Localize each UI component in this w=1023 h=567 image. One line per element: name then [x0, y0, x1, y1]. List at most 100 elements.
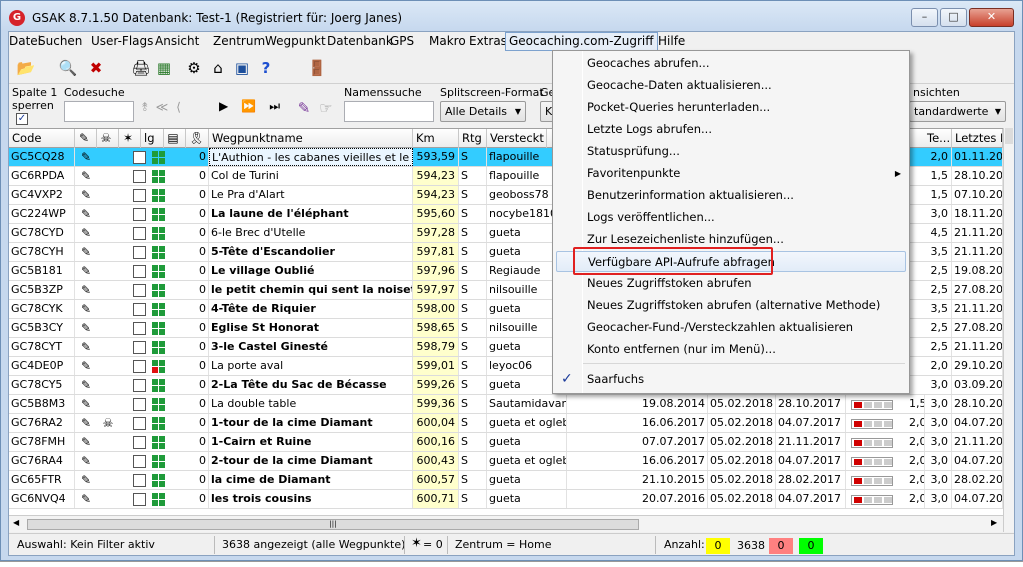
fast-forward-icon[interactable]: ⏩	[241, 99, 269, 113]
waypoint-name[interactable]: 5-Tête d'Escandolier	[209, 243, 413, 261]
column-header-name[interactable]: Wegpunktname	[209, 129, 413, 148]
menu-item-statuspr-fung[interactable]: Statusprüfung...	[556, 141, 906, 162]
user-flag-checkbox[interactable]	[133, 246, 146, 259]
cache-code[interactable]: GC78CYD	[9, 224, 75, 242]
edit-note-icon[interactable]: ✎	[79, 207, 93, 221]
user-flag-checkbox[interactable]	[133, 189, 146, 202]
waypoint-name[interactable]: 4-Tête de Riquier	[209, 300, 413, 318]
table-row[interactable]: GC76RA2 ✎ ☠ 0 1-tour de la cime Diamant 600,0…	[9, 414, 1003, 433]
edit-note-icon[interactable]: ✎	[79, 473, 93, 487]
table-row[interactable]: GC78FMH ✎ 0 1-Cairn et Ruine 600,16 Sgueta 07.…	[9, 433, 1003, 452]
edit-note-icon[interactable]: ✎	[79, 340, 93, 354]
menu-geocaching-com-zugriff[interactable]: Geocaching.com-Zugriff	[505, 32, 658, 51]
menu-makro[interactable]: Makro	[426, 34, 469, 48]
scroll-left-icon[interactable]: ◀	[13, 518, 19, 527]
help-icon[interactable]: ?	[255, 57, 277, 79]
edit-note-icon[interactable]: ✎	[79, 264, 93, 278]
column-header-rtg[interactable]: Rtg	[459, 129, 487, 148]
cache-code[interactable]: GC65FTR	[9, 471, 75, 489]
delete-icon[interactable]: ✖	[85, 57, 107, 79]
vertical-scrollbar[interactable]	[1003, 128, 1014, 532]
cache-code[interactable]: GC6NVQ4	[9, 490, 75, 508]
waypoint-name[interactable]: 2-tour de la cime Diamant	[209, 452, 413, 470]
menu-user-flags[interactable]: User-Flags	[88, 34, 156, 48]
menu-item-saarfuchs[interactable]: Saarfuchs	[556, 369, 906, 390]
print-icon[interactable]: 🖨	[130, 57, 152, 79]
pointer-hand-icon[interactable]: ☞	[315, 97, 337, 119]
eraser-icon[interactable]: ✎	[293, 97, 315, 119]
user-flag-checkbox[interactable]	[133, 265, 146, 278]
table-row[interactable]: GC5B8M3 ✎ 0 La double table 599,36 S Sautamida…	[9, 395, 1003, 414]
namenssuche-input[interactable]	[344, 101, 434, 122]
user-flag-checkbox[interactable]	[133, 322, 146, 335]
waypoint-name[interactable]: Le village Oublié	[209, 262, 413, 280]
user-flag-checkbox[interactable]	[133, 455, 146, 468]
table-row[interactable]: GC76RA4 ✎ 0 2-tour de la cime Diamant 600,43…	[9, 452, 1003, 471]
cache-code[interactable]: GC76RA4	[9, 452, 75, 470]
waypoint-name[interactable]: 1-Cairn et Ruine	[209, 433, 413, 451]
waypoint-name[interactable]: Le Pra d'Alart	[209, 186, 413, 204]
home-icon[interactable]: ⌂	[207, 57, 229, 79]
grid-settings-icon[interactable]: ▦	[153, 57, 175, 79]
edit-note-icon[interactable]: ✎	[79, 492, 93, 506]
ansichten-select[interactable]: tandardwerte ▼	[909, 101, 1006, 122]
waypoint-name[interactable]: Eglise St Honorat	[209, 319, 413, 337]
cache-code[interactable]: GC6RPDA	[9, 167, 75, 185]
prev-fast-icon[interactable]: ≪	[156, 100, 177, 114]
waypoint-name[interactable]: le petit chemin qui sent la noisette	[209, 281, 413, 299]
menu-item-neues-zugriffstoken-abrufen[interactable]: Neues Zugriffstoken abrufen	[556, 273, 906, 294]
first-record-icon[interactable]: ⥉	[142, 100, 156, 114]
edit-note-icon[interactable]: ✎	[79, 454, 93, 468]
menu-datenbank[interactable]: Datenbank	[324, 34, 396, 48]
waypoint-name[interactable]: Col de Turini	[209, 167, 413, 185]
menu-extras[interactable]: Extras	[466, 34, 510, 48]
edit-note-icon[interactable]: ✎	[79, 435, 93, 449]
cache-code[interactable]: GC224WP	[9, 205, 75, 223]
user-flag-checkbox[interactable]	[133, 341, 146, 354]
user-flag-checkbox[interactable]	[133, 151, 146, 164]
user-flag-checkbox[interactable]	[133, 284, 146, 297]
user-flag-checkbox[interactable]	[133, 227, 146, 240]
last-record-icon[interactable]: ⏭	[269, 99, 293, 113]
waypoint-name[interactable]: la cime de Diamant	[209, 471, 413, 489]
waypoint-name[interactable]: La porte aval	[209, 357, 413, 375]
cache-code[interactable]: GC4VXP2	[9, 186, 75, 204]
menu-item-konto-entfernen-nur-im-men[interactable]: Konto entfernen (nur im Menü)...	[556, 339, 906, 360]
column-header-km[interactable]: Km	[413, 129, 459, 148]
cache-code[interactable]: GC5B8M3	[9, 395, 75, 413]
user-flag-checkbox[interactable]	[133, 417, 146, 430]
menu-ansicht[interactable]: Ansicht	[152, 34, 202, 48]
edit-note-icon[interactable]: ✎	[79, 188, 93, 202]
menu-item-letzte-logs-abrufen[interactable]: Letzte Logs abrufen...	[556, 119, 906, 140]
close-button[interactable]: ✕	[969, 8, 1014, 27]
menu-item-benutzerinformation-aktualisieren[interactable]: Benutzerinformation aktualisieren...	[556, 185, 906, 206]
column-header-terrain[interactable]: Te...	[924, 129, 952, 148]
scroll-right-icon[interactable]: ▶	[991, 518, 997, 527]
menu-hilfe[interactable]: Hilfe	[655, 34, 688, 48]
cache-code[interactable]: GC76RA2	[9, 414, 75, 432]
splitscreen-select[interactable]: Alle Details ▼	[440, 101, 526, 122]
edit-note-icon[interactable]: ✎	[79, 302, 93, 316]
edit-note-icon[interactable]: ✎	[79, 378, 93, 392]
scroll-thumb[interactable]	[1005, 128, 1013, 144]
waypoint-name[interactable]: 2-La Tête du Sac de Bécasse	[209, 376, 413, 394]
menu-item-neues-zugriffstoken-abrufen-alternative-methode[interactable]: Neues Zugriffstoken abrufen (alternative…	[556, 295, 906, 316]
cache-code[interactable]: GC78CYT	[9, 338, 75, 356]
lock-column-checkbox[interactable]: ✓	[16, 113, 28, 125]
waypoint-name[interactable]: L'Authion - les cabanes vieilles et le c…	[209, 148, 413, 166]
menu-suchen[interactable]: Suchen	[35, 34, 85, 48]
search-document-icon[interactable]: 🔍	[57, 57, 79, 79]
user-flag-checkbox[interactable]	[133, 398, 146, 411]
exit-door-icon[interactable]: 🚪	[306, 57, 328, 79]
minimize-button[interactable]: –	[911, 8, 938, 27]
waypoint-name[interactable]: 1-tour de la cime Diamant	[209, 414, 413, 432]
menu-zentrum[interactable]: Zentrum	[210, 34, 268, 48]
edit-note-icon[interactable]: ✎	[79, 283, 93, 297]
maximize-button[interactable]: □	[940, 8, 967, 27]
prev-icon[interactable]: ⟨	[176, 100, 189, 114]
edit-note-icon[interactable]: ✎	[79, 359, 93, 373]
menu-item-geocacher-fund-versteckzahlen-aktualisieren[interactable]: Geocacher-Fund-/Versteckzahlen aktualisi…	[556, 317, 906, 338]
user-flag-checkbox[interactable]	[133, 303, 146, 316]
cache-code[interactable]: GC78FMH	[9, 433, 75, 451]
table-row[interactable]: GC65FTR ✎ 0 la cime de Diamant 600,57 Sgueta 2…	[9, 471, 1003, 490]
